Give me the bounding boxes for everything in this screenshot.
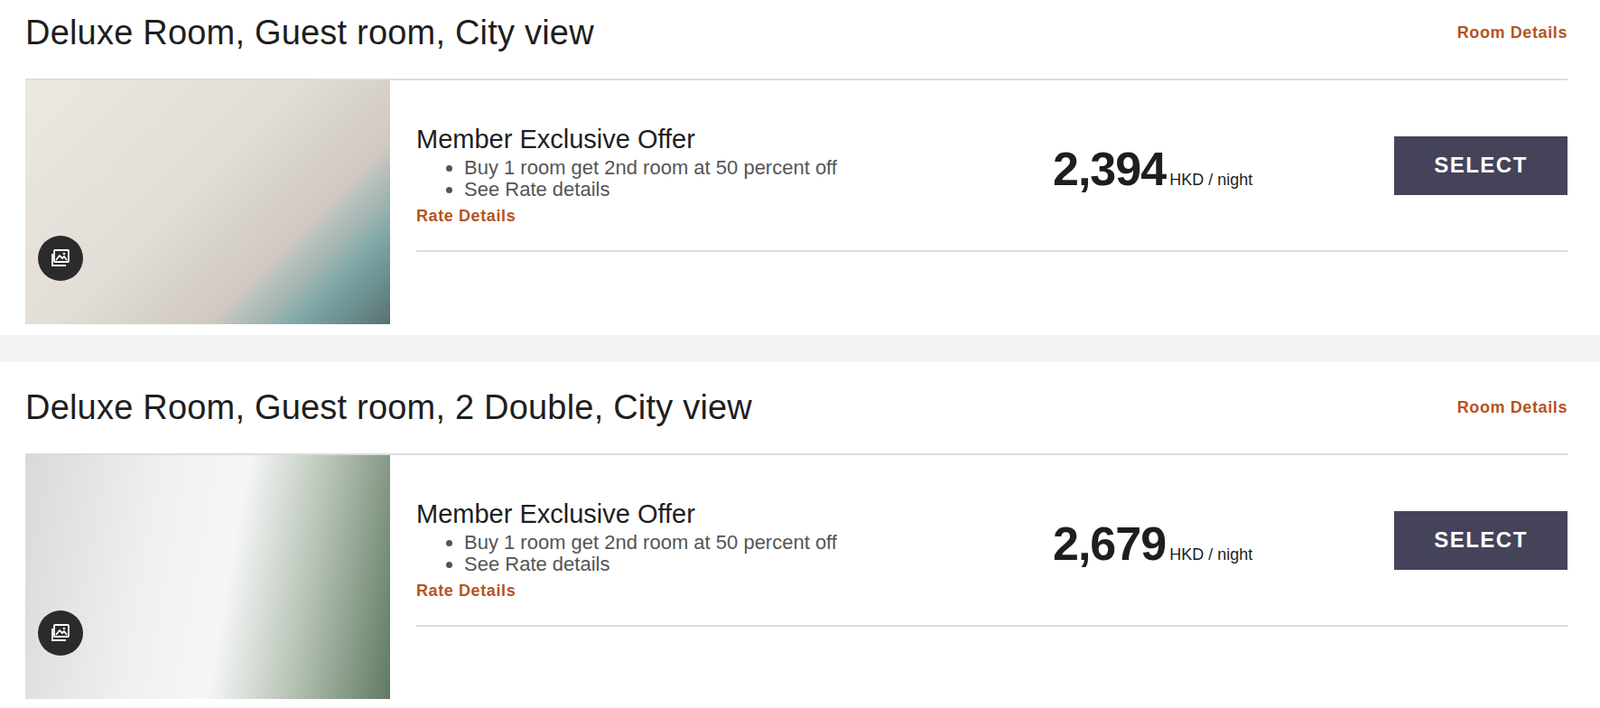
room-details-link[interactable]: Room Details <box>1457 20 1568 46</box>
select-button[interactable]: SELECT <box>1394 136 1568 196</box>
price-unit: HKD / night <box>1169 167 1253 193</box>
price-box: 2,394HKD / night <box>1052 138 1395 193</box>
offer-name: Member Exclusive Offer <box>416 123 1053 156</box>
room-header: Deluxe Room, Guest room, City view Room D… <box>25 0 1568 81</box>
offer-name: Member Exclusive Offer <box>416 498 1053 531</box>
rate-list: Member Exclusive OfferBuy 1 room get 2nd… <box>416 455 1568 699</box>
rate-row: Member Exclusive OfferBuy 1 room get 2nd… <box>416 80 1568 252</box>
price: 2,394 <box>1052 145 1166 193</box>
select-button[interactable]: SELECT <box>1394 511 1568 570</box>
room-title: Deluxe Room, Guest room, City view <box>25 12 595 55</box>
room-body: Member Exclusive OfferBuy 1 room get 2nd… <box>25 80 1568 325</box>
offer-bullet: Buy 1 room get 2nd room at 50 percent of… <box>464 157 1053 179</box>
room-section: Deluxe Room, Guest room, City view Room D… <box>0 0 1600 335</box>
room-title: Deluxe Room, Guest room, 2 Double, City … <box>25 387 753 429</box>
rate-row: Member Exclusive OfferBuy 1 room get 2nd… <box>416 455 1568 627</box>
room-photo[interactable] <box>25 455 391 699</box>
gallery-icon[interactable] <box>37 610 84 656</box>
rate-details-link[interactable]: Rate Details <box>416 204 516 229</box>
offer-info: Member Exclusive OfferBuy 1 room get 2nd… <box>416 102 1053 229</box>
price: 2,679 <box>1052 520 1166 568</box>
rate-details-link[interactable]: Rate Details <box>416 578 516 604</box>
room-section: Deluxe Room, Guest room, 2 Double, City … <box>0 362 1600 708</box>
room-body: Member Exclusive OfferBuy 1 room get 2nd… <box>25 455 1568 699</box>
offer-bullets: Buy 1 room get 2nd room at 50 percent of… <box>416 531 1053 576</box>
room-photo[interactable] <box>25 80 391 325</box>
rate-list: Member Exclusive OfferBuy 1 room get 2nd… <box>416 80 1568 325</box>
gallery-icon[interactable] <box>37 235 84 281</box>
offer-bullet: See Rate details <box>464 553 1053 576</box>
room-header: Deluxe Room, Guest room, 2 Double, City … <box>25 362 1568 456</box>
offer-bullet: Buy 1 room get 2nd room at 50 percent of… <box>464 531 1053 554</box>
room-list: Deluxe Room, Guest room, City view Room D… <box>0 0 1600 708</box>
price-unit: HKD / night <box>1169 542 1253 568</box>
room-details-link[interactable]: Room Details <box>1457 395 1568 420</box>
offer-info: Member Exclusive OfferBuy 1 room get 2nd… <box>416 476 1053 604</box>
price-box: 2,679HKD / night <box>1052 512 1395 568</box>
offer-bullets: Buy 1 room get 2nd room at 50 percent of… <box>416 157 1053 201</box>
offer-bullet: See Rate details <box>464 178 1053 201</box>
